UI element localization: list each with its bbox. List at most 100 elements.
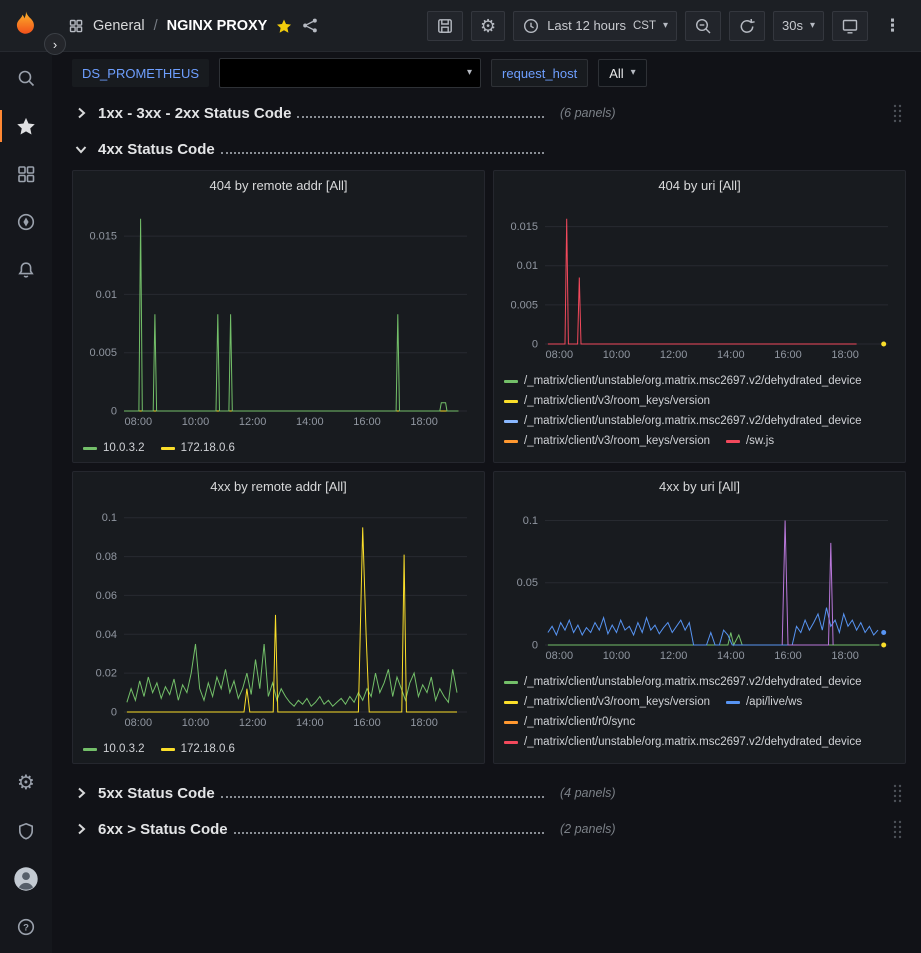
legend-item[interactable]: /_matrix/client/r0/sync — [504, 716, 635, 728]
legend-item[interactable]: /_matrix/client/unstable/org.matrix.msc2… — [504, 736, 862, 748]
save-dashboard-button[interactable] — [427, 11, 463, 41]
dashboard-row-4xx[interactable]: 4xx Status Code — [72, 134, 906, 164]
svg-text:0.06: 0.06 — [96, 590, 117, 602]
legend-item[interactable]: 10.0.3.2 — [83, 743, 145, 755]
sidebar-item-starred[interactable] — [0, 102, 52, 150]
breadcrumb-separator: / — [154, 18, 158, 34]
row-panel-count: (2 panels) — [560, 822, 616, 836]
timeseries-chart-4xx-by-uri[interactable]: 00.050.108:0010:0012:0014:0016:0018:00 — [501, 500, 898, 663]
timeseries-chart-404-by-remote-addr[interactable]: 00.0050.010.01508:0010:0012:0014:0016:00… — [80, 199, 477, 429]
row-title: 5xx Status Code — [98, 785, 215, 802]
legend-item[interactable]: /_matrix/client/v3/room_keys/version — [504, 696, 710, 708]
tv-mode-button[interactable] — [832, 11, 868, 41]
favorite-star-icon[interactable] — [276, 18, 292, 34]
avatar — [13, 866, 39, 892]
save-icon — [436, 17, 454, 35]
sidebar-item-profile[interactable] — [0, 855, 52, 903]
legend-swatch — [83, 748, 97, 751]
svg-text:0.05: 0.05 — [517, 577, 538, 589]
legend-item[interactable]: 172.18.0.6 — [161, 743, 235, 755]
row-drag-handle[interactable] — [891, 102, 906, 124]
svg-text:18:00: 18:00 — [831, 349, 859, 361]
legend-swatch — [161, 447, 175, 450]
variable-ds-prometheus-label[interactable]: DS_PROMETHEUS — [72, 59, 209, 87]
request-host-value: All — [609, 66, 623, 81]
legend-swatch — [504, 721, 518, 724]
refresh-button[interactable] — [729, 11, 765, 41]
sidebar-item-server-admin[interactable] — [0, 807, 52, 855]
sidebar-item-help[interactable]: ? — [0, 903, 52, 951]
legend-item[interactable]: 10.0.3.2 — [83, 442, 145, 454]
legend-item[interactable]: /_matrix/client/unstable/org.matrix.msc2… — [504, 375, 862, 387]
svg-text:12:00: 12:00 — [239, 416, 267, 428]
svg-text:14:00: 14:00 — [717, 650, 745, 662]
svg-text:14:00: 14:00 — [296, 416, 324, 428]
legend-item[interactable]: /_matrix/client/unstable/org.matrix.msc2… — [504, 676, 862, 688]
sidebar-item-dashboards[interactable] — [0, 150, 52, 198]
breadcrumb-section[interactable]: General — [93, 18, 145, 34]
legend-label: /_matrix/client/r0/sync — [524, 716, 635, 728]
legend-swatch — [726, 440, 740, 443]
chevron-down-icon: ▾ — [663, 21, 668, 31]
sidebar-item-explore[interactable] — [0, 198, 52, 246]
time-range-picker[interactable]: Last 12 hours CST ▾ — [513, 11, 677, 41]
dashboard-row-1xx-3xx-2xx[interactable]: 1xx - 3xx - 2xx Status Code (6 panels) — [72, 98, 906, 128]
svg-text:08:00: 08:00 — [546, 650, 574, 662]
dashboard-settings-button[interactable]: ⚙ — [471, 11, 505, 41]
dashboard-title[interactable]: NGINX PROXY — [167, 18, 268, 34]
grid-icon — [16, 164, 36, 184]
row-dotted-line — [297, 116, 544, 118]
svg-text:0.1: 0.1 — [102, 512, 117, 524]
panel-grid-4xx: 404 by remote addr [All] 00.0050.010.015… — [72, 170, 906, 764]
more-options-button[interactable]: ⋮ — [876, 11, 909, 41]
variable-request-host-select[interactable]: All ▾ — [598, 59, 646, 87]
legend-label: /_matrix/client/v3/room_keys/version — [524, 435, 710, 447]
panel-title[interactable]: 404 by uri [All] — [494, 171, 905, 199]
legend-item[interactable]: /api/live/ws — [726, 696, 802, 708]
legend-swatch — [83, 447, 97, 450]
zoom-out-icon — [694, 17, 712, 35]
legend-item[interactable]: 172.18.0.6 — [161, 442, 235, 454]
row-title: 4xx Status Code — [98, 141, 215, 158]
svg-text:0.01: 0.01 — [96, 289, 117, 301]
legend-item[interactable]: /_matrix/client/v3/room_keys/version — [504, 435, 710, 447]
legend-label: /_matrix/client/v3/room_keys/version — [524, 395, 710, 407]
timeseries-chart-404-by-uri[interactable]: 00.0050.010.01508:0010:0012:0014:0016:00… — [501, 199, 898, 362]
star-icon — [16, 116, 36, 136]
svg-text:0.01: 0.01 — [517, 260, 538, 272]
zoom-out-button[interactable] — [685, 11, 721, 41]
panel-title[interactable]: 404 by remote addr [All] — [73, 171, 484, 199]
sidebar-expand-button[interactable]: › — [44, 33, 66, 55]
row-drag-handle[interactable] — [891, 818, 906, 840]
svg-text:0: 0 — [532, 640, 538, 652]
sidebar-item-configuration[interactable]: ⚙ — [0, 759, 52, 807]
svg-text:0: 0 — [111, 406, 117, 418]
legend-swatch — [504, 400, 518, 403]
legend-item[interactable]: /_matrix/client/unstable/org.matrix.msc2… — [504, 415, 862, 427]
svg-text:08:00: 08:00 — [546, 349, 574, 361]
row-drag-handle[interactable] — [891, 782, 906, 804]
panel-title[interactable]: 4xx by remote addr [All] — [73, 472, 484, 500]
sidebar-item-alerting[interactable] — [0, 246, 52, 294]
variable-ds-prometheus-select[interactable]: ▾ — [219, 58, 481, 88]
legend-label: 172.18.0.6 — [181, 743, 235, 755]
timeseries-chart-4xx-by-remote-addr[interactable]: 00.020.040.060.080.108:0010:0012:0014:00… — [80, 500, 477, 730]
svg-text:10:00: 10:00 — [603, 349, 631, 361]
grafana-logo[interactable] — [0, 9, 52, 43]
panel-title[interactable]: 4xx by uri [All] — [494, 472, 905, 500]
legend-swatch — [726, 701, 740, 704]
legend-item[interactable]: /_matrix/client/v3/room_keys/version — [504, 395, 710, 407]
refresh-interval-dropdown[interactable]: 30s ▾ — [773, 11, 824, 41]
variable-request-host-label[interactable]: request_host — [491, 59, 588, 87]
svg-text:?: ? — [23, 922, 29, 933]
panel-404-by-remote-addr: 404 by remote addr [All] 00.0050.010.015… — [72, 170, 485, 463]
row-dotted-line — [221, 152, 544, 154]
dashboard-row-5xx[interactable]: 5xx Status Code (4 panels) — [72, 778, 906, 808]
chevron-down-icon: ▾ — [810, 21, 815, 31]
legend-item[interactable]: /sw.js — [726, 435, 774, 447]
sidebar-item-search[interactable] — [0, 54, 52, 102]
dashboard-row-6xx[interactable]: 6xx > Status Code (2 panels) — [72, 814, 906, 844]
shield-icon — [16, 821, 36, 841]
share-icon[interactable] — [301, 16, 320, 35]
svg-text:16:00: 16:00 — [774, 349, 802, 361]
